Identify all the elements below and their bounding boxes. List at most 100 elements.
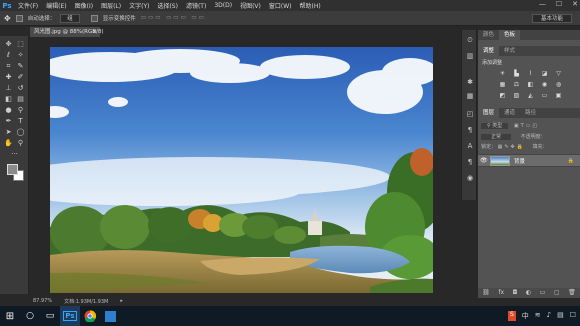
tab-swatches[interactable]: 色板 [499,30,521,40]
delete-layer-icon[interactable]: 🗑 [568,288,576,298]
eyedropper-icon[interactable]: ✎ [15,61,26,71]
align-icons[interactable]: ▭▭▭ ▭▭▭ ▭▭ [141,15,206,21]
maximize-button[interactable]: ☐ [556,0,562,8]
hand-tool-icon[interactable]: ✋ [3,138,14,148]
volume-icon[interactable]: ♪ [547,311,551,321]
menu-help[interactable]: 帮助(H) [296,1,325,10]
curves-icon[interactable]: ⌇ [526,70,535,78]
pen-tool-icon[interactable]: ✒ [3,116,14,126]
brush-presets-icon[interactable]: ▦ [465,92,475,101]
keyboard-icon[interactable]: ▤ [557,311,564,321]
vibrance-icon[interactable]: ▽ [554,70,563,78]
brightness-icon[interactable]: ☀ [498,70,507,78]
menu-edit[interactable]: 编辑(E) [42,1,70,10]
workspace-dropdown[interactable]: 基本功能 [531,14,572,23]
shape-tool-icon[interactable]: ◯ [15,127,26,137]
photoshop-taskbar-icon[interactable]: Ps [60,306,80,326]
paragraph-style-icon[interactable]: ¶ [465,158,475,167]
move-tool-icon[interactable]: ✥ [4,14,11,23]
blur-tool-icon[interactable]: ● [3,105,14,115]
foreground-color-swatch[interactable] [7,164,18,175]
chrome-icon[interactable] [80,306,100,326]
start-button[interactable]: ⊞ [0,306,20,326]
canvas-area[interactable] [30,37,460,297]
photo-filter-icon[interactable]: ◉ [540,81,549,89]
gradient-icon[interactable]: ▤ [15,94,26,104]
clone-source-icon[interactable]: ◰ [465,110,475,119]
new-layer-icon[interactable]: ▢ [554,288,560,298]
wifi-icon[interactable]: ≋ [535,311,541,321]
healing-brush-icon[interactable]: ✚ [3,72,14,82]
link-layers-icon[interactable]: ⛓ [482,288,490,298]
photos-app-icon[interactable] [100,306,120,326]
tab-color[interactable]: 颜色 [478,30,499,40]
move-tool-icon[interactable]: ✥ [3,39,14,49]
status-arrow-icon[interactable]: ▸ [120,298,123,306]
tab-styles[interactable]: 样式 [499,46,520,56]
tool-presets-icon[interactable]: ◉ [465,174,475,183]
filter-kind-dropdown[interactable]: ⚲ 类型 [481,123,509,129]
dodge-tool-icon[interactable]: ⚲ [15,105,26,115]
zoom-level[interactable]: 87.97% [33,298,52,306]
eraser-icon[interactable]: ◧ [3,94,14,104]
tray-ime-label[interactable]: 中 [522,311,529,321]
tab-layers[interactable]: 图层 [478,108,500,118]
notification-icon[interactable]: ☐ [570,311,576,321]
filter-icons[interactable]: ▣T▭◰ [514,123,539,129]
black-white-icon[interactable]: ◧ [526,81,535,89]
marquee-tool-icon[interactable]: ⬚ [15,39,26,49]
show-transform-checkbox[interactable] [90,14,98,22]
menu-type[interactable]: 文字(Y) [125,1,153,10]
exposure-icon[interactable]: ◪ [540,70,549,78]
more-tools-icon[interactable]: ··· [9,149,20,159]
auto-select-dropdown[interactable]: 组 [60,13,80,23]
invert-icon[interactable]: ◩ [498,92,507,100]
lasso-tool-icon[interactable]: ℓ [3,50,14,60]
magic-wand-icon[interactable]: ✧ [15,50,26,60]
search-icon[interactable]: ○ [20,306,40,326]
add-mask-icon[interactable]: ◘ [513,288,518,298]
threshold-icon[interactable]: ◭ [526,92,535,100]
menu-window[interactable]: 窗口(W) [265,1,296,10]
menu-layer[interactable]: 图层(L) [97,1,125,10]
close-document-icon[interactable]: × [92,27,97,37]
layer-row-background[interactable]: 👁 背景 🔒 [478,154,580,167]
task-view-icon[interactable]: ▭ [40,306,60,326]
tab-paths[interactable]: 路径 [520,108,541,118]
type-tool-icon[interactable]: T [15,116,26,126]
clone-stamp-icon[interactable]: ⊥ [3,83,14,93]
history-brush-icon[interactable]: ↺ [15,83,26,93]
menu-view[interactable]: 视图(V) [236,1,265,10]
color-balance-icon[interactable]: ⚖ [512,81,521,89]
posterize-icon[interactable]: ▧ [512,92,521,100]
crop-tool-icon[interactable]: ⌗ [3,61,14,71]
new-adjustment-icon[interactable]: ◐ [526,288,531,298]
path-select-icon[interactable]: ➤ [3,127,14,137]
new-group-icon[interactable]: ▭ [540,288,546,298]
menu-file[interactable]: 文件(F) [14,1,42,10]
character-icon[interactable]: A [465,142,475,151]
document-tab[interactable]: 风光图.jpg @ 88%(RGB/8) × [30,27,103,37]
brush-tool-icon[interactable]: ✐ [15,72,26,82]
auto-select-checkbox[interactable] [15,14,23,22]
landscape-photo[interactable] [50,47,433,293]
menu-3d[interactable]: 3D(D) [210,2,236,9]
menu-image[interactable]: 图像(I) [71,1,97,10]
minimize-button[interactable]: — [539,0,546,8]
paragraph-icon[interactable]: ¶ [465,126,475,135]
gradient-map-icon[interactable]: ▭ [540,92,549,100]
close-button[interactable]: ✕ [572,0,578,8]
menu-filter[interactable]: 滤镜(T) [182,1,210,10]
layer-style-icon[interactable]: fx [498,288,504,298]
zoom-tool-icon[interactable]: ⚲ [15,138,26,148]
levels-icon[interactable]: ▙ [512,70,521,78]
tab-adjustments[interactable]: 调整 [478,46,500,56]
properties-panel-icon[interactable]: ▥ [465,52,475,61]
blend-mode-dropdown[interactable]: 正常 [481,134,512,140]
tray-app-icon[interactable]: S [507,311,516,321]
selective-color-icon[interactable]: ▣ [554,92,563,100]
visibility-eye-icon[interactable]: 👁 [480,157,488,164]
hue-saturation-icon[interactable]: ▦ [498,81,507,89]
menu-select[interactable]: 选择(S) [153,1,182,10]
brush-settings-icon[interactable]: ✱ [465,78,475,87]
